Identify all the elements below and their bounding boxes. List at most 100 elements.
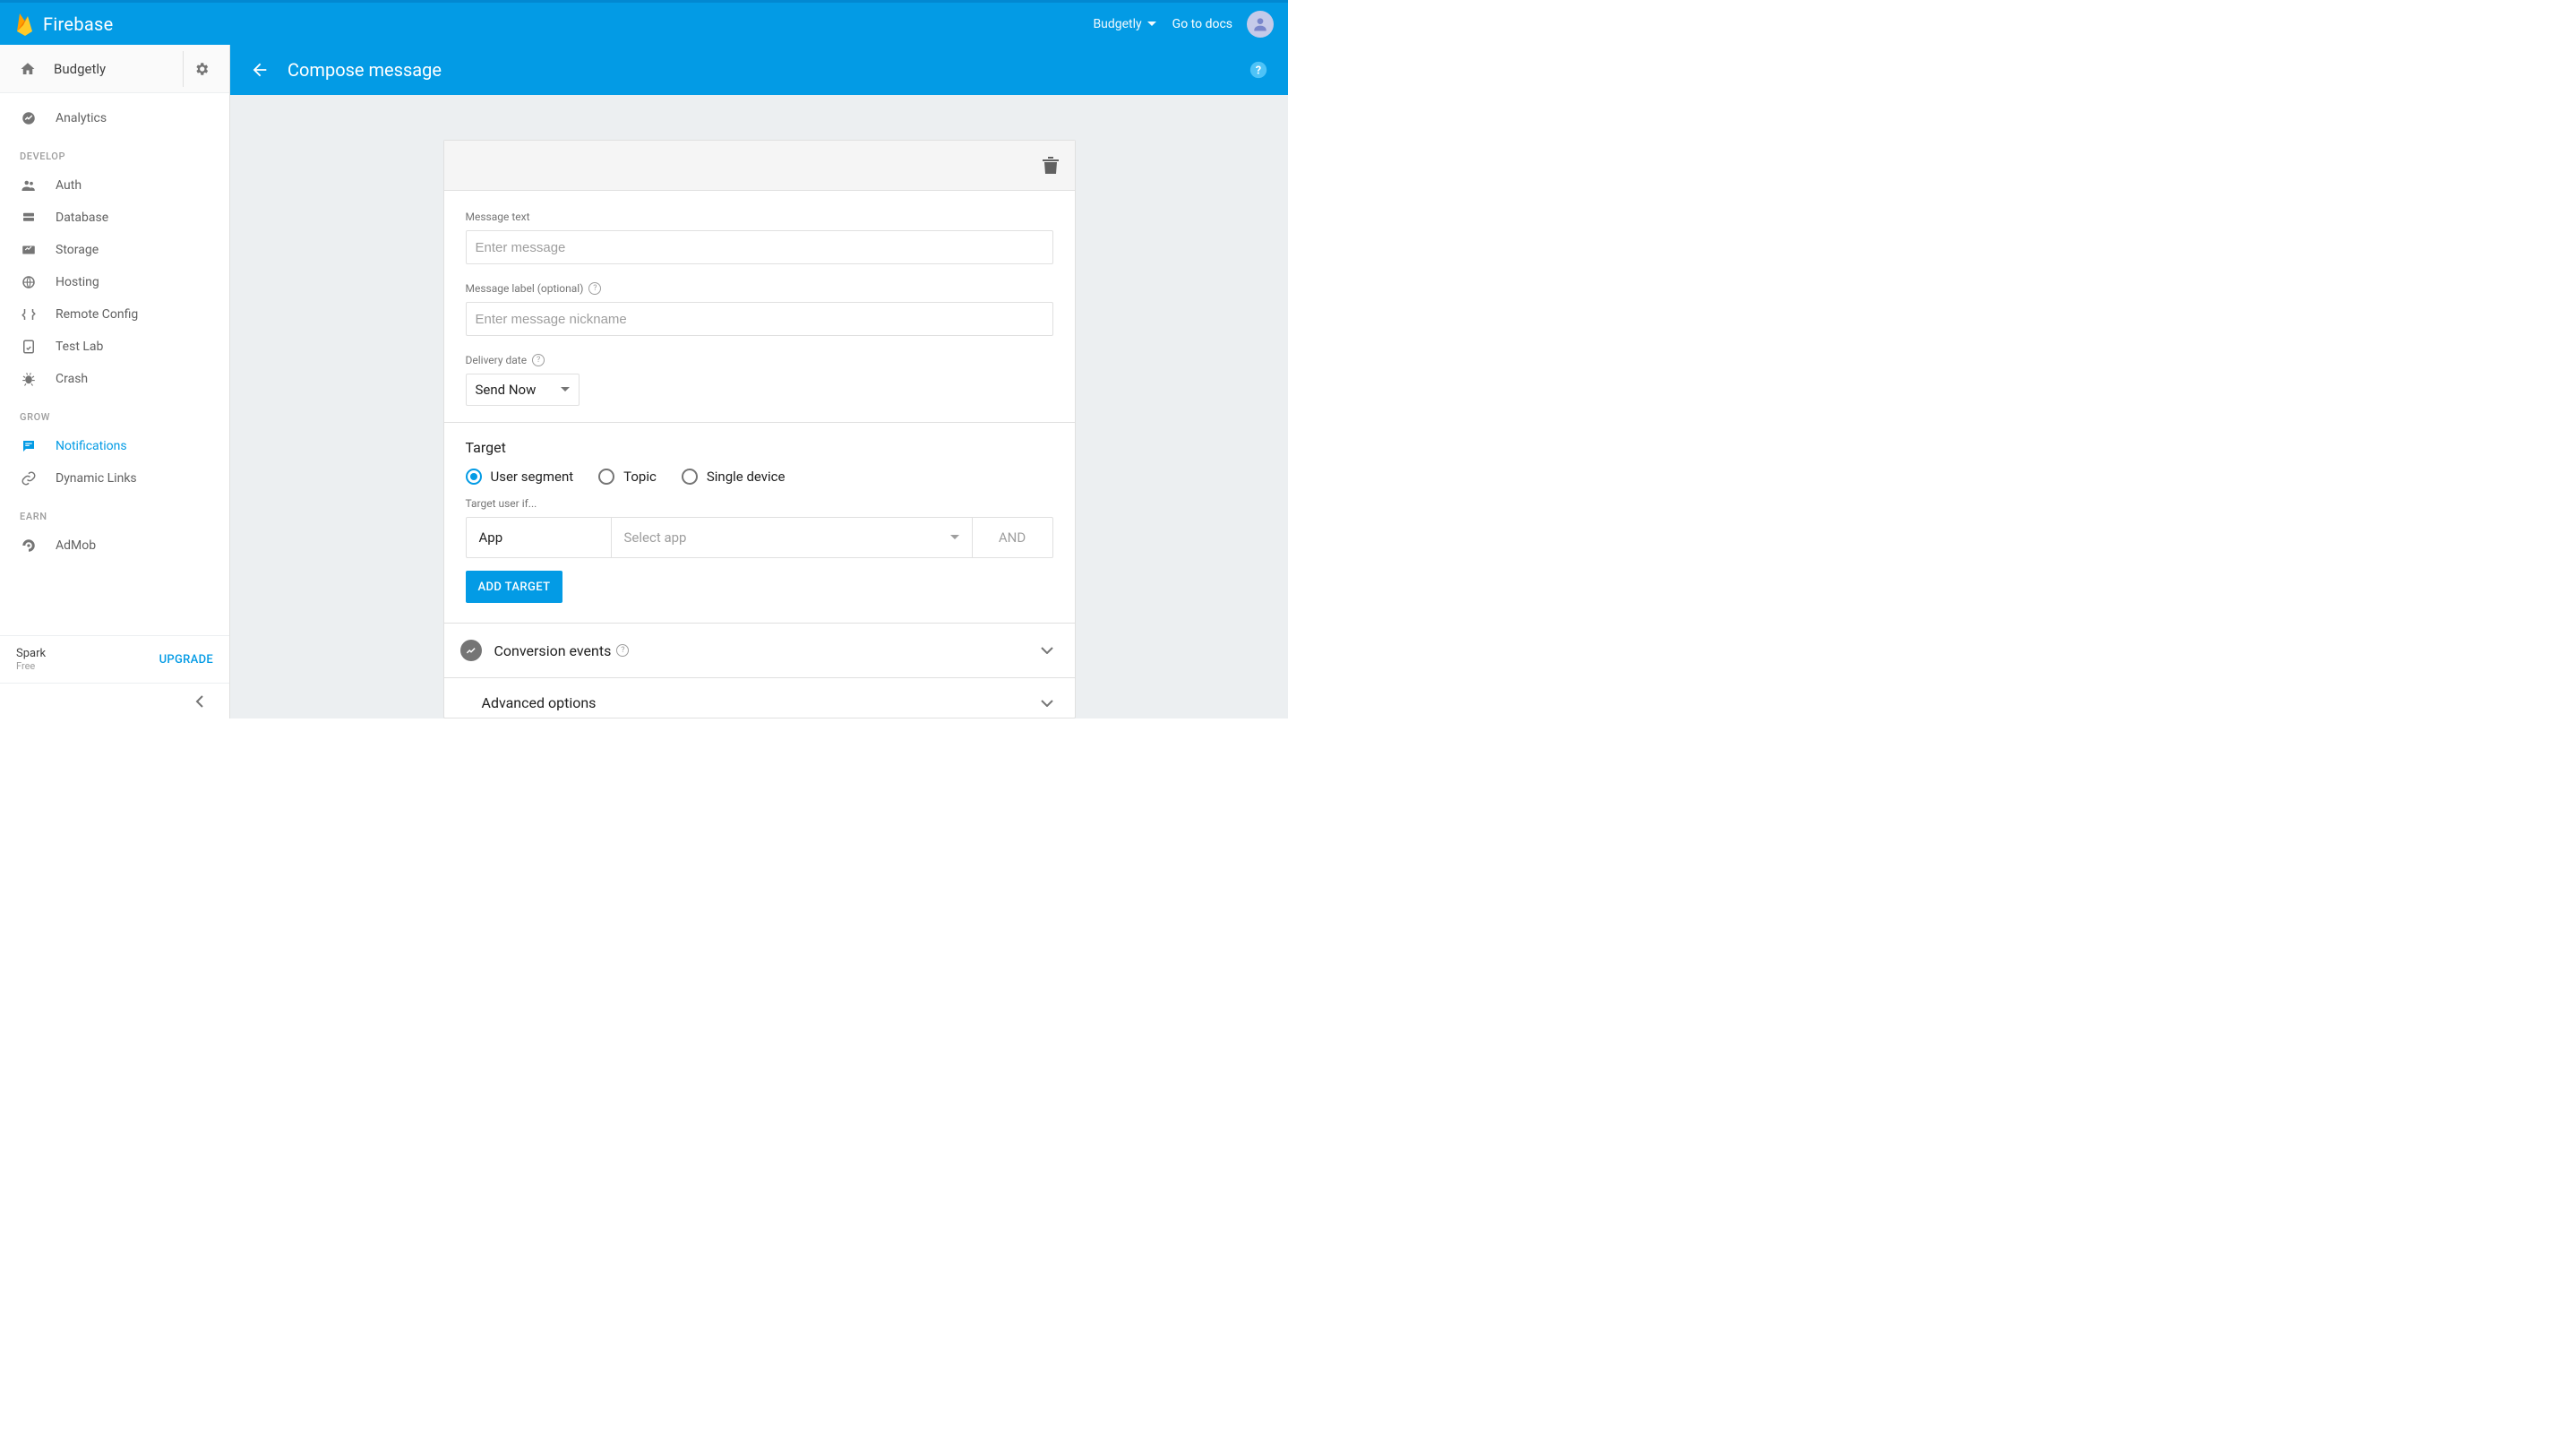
message-label-label: Message label (optional) ?	[466, 282, 1053, 295]
info-icon[interactable]: ?	[588, 282, 601, 295]
radio-label: User segment	[491, 469, 574, 485]
sidebar-item-dynamic-links[interactable]: Dynamic Links	[0, 462, 229, 495]
brand: Firebase	[14, 11, 114, 38]
select-app-dropdown[interactable]: Select app	[612, 518, 972, 557]
target-radio-group: User segment Topic Single device	[466, 469, 1053, 485]
chart-icon	[460, 640, 482, 661]
radio-icon	[466, 469, 482, 485]
message-text-input[interactable]	[466, 230, 1053, 264]
top-header: Firebase Budgetly Go to docs	[0, 0, 1288, 45]
radio-icon	[682, 469, 698, 485]
and-operator[interactable]: AND	[972, 518, 1052, 557]
project-name: Budgetly	[54, 61, 106, 77]
plan-row: Spark Free UPGRADE	[0, 635, 229, 683]
help-button[interactable]: ?	[1249, 60, 1268, 80]
trash-icon	[1043, 157, 1059, 175]
project-settings-button[interactable]	[183, 51, 219, 87]
sidebar-item-admob[interactable]: AdMob	[0, 529, 229, 562]
sidebar-item-auth[interactable]: Auth	[0, 169, 229, 202]
sidebar: Budgetly Analytics DEVELOP Auth Database	[0, 45, 230, 718]
sidebar-item-database[interactable]: Database	[0, 202, 229, 234]
sidebar-item-test-lab[interactable]: Test Lab	[0, 331, 229, 363]
radio-label: Topic	[623, 469, 657, 485]
home-icon	[20, 61, 36, 77]
sidebar-item-notifications[interactable]: Notifications	[0, 430, 229, 462]
test-lab-icon	[20, 339, 38, 355]
target-section-title: Target	[466, 439, 1053, 456]
plan-sub: Free	[16, 660, 46, 672]
radio-user-segment[interactable]: User segment	[466, 469, 574, 485]
accordion-label: Advanced options	[482, 694, 597, 711]
accordion-label: Conversion events ?	[494, 642, 630, 659]
sidebar-item-label: Storage	[56, 243, 99, 257]
sidebar-item-label: Database	[56, 211, 108, 225]
target-user-if-label: Target user if...	[466, 497, 1053, 510]
add-target-button[interactable]: ADD TARGET	[466, 571, 563, 603]
advanced-options-accordion[interactable]: Advanced options	[444, 677, 1075, 718]
project-switcher[interactable]: Budgetly	[1093, 17, 1155, 31]
user-avatar[interactable]	[1247, 11, 1274, 38]
sidebar-item-crash[interactable]: Crash	[0, 363, 229, 395]
sidebar-item-analytics[interactable]: Analytics	[0, 102, 229, 134]
arrow-left-icon	[250, 60, 270, 80]
remote-config-icon	[20, 306, 38, 323]
chevron-left-icon	[195, 695, 204, 708]
analytics-icon	[20, 110, 38, 126]
storage-icon	[20, 242, 38, 258]
conversion-events-accordion[interactable]: Conversion events ?	[444, 623, 1075, 677]
plan-name: Spark	[16, 647, 46, 660]
globe-icon	[20, 274, 38, 290]
card-header	[444, 141, 1075, 191]
page-title: Compose message	[288, 59, 442, 81]
svg-text:?: ?	[1256, 65, 1261, 78]
radio-topic[interactable]: Topic	[598, 469, 657, 485]
info-icon[interactable]: ?	[532, 354, 545, 366]
bug-icon	[20, 371, 38, 387]
sub-header: Compose message ?	[230, 45, 1288, 95]
admob-icon	[20, 538, 38, 554]
sidebar-nav: Analytics DEVELOP Auth Database Storage …	[0, 93, 229, 635]
upgrade-button[interactable]: UPGRADE	[159, 653, 213, 667]
firebase-logo-icon	[14, 11, 36, 38]
main-content: Message text Message label (optional) ? …	[230, 45, 1288, 718]
delivery-date-label: Delivery date ?	[466, 354, 1053, 366]
target-condition-row: App Select app AND	[466, 517, 1053, 558]
target-field-label: App	[467, 518, 612, 557]
radio-single-device[interactable]: Single device	[682, 469, 786, 485]
chevron-down-icon	[1041, 647, 1053, 654]
sidebar-item-remote-config[interactable]: Remote Config	[0, 298, 229, 331]
sidebar-item-label: Remote Config	[56, 307, 138, 322]
back-button[interactable]	[250, 60, 270, 80]
section-earn: EARN	[0, 495, 229, 529]
sidebar-item-hosting[interactable]: Hosting	[0, 266, 229, 298]
sidebar-item-label: Hosting	[56, 275, 99, 289]
gear-icon	[193, 61, 210, 77]
people-icon	[20, 177, 38, 194]
sidebar-item-label: Notifications	[56, 439, 127, 453]
message-icon	[20, 438, 38, 454]
database-icon	[20, 210, 38, 226]
sidebar-item-label: Analytics	[56, 111, 107, 125]
help-icon: ?	[1249, 60, 1268, 80]
chevron-down-icon	[1041, 700, 1053, 707]
sidebar-item-label: Auth	[56, 178, 82, 193]
collapse-sidebar-button[interactable]	[0, 683, 229, 718]
message-label-input[interactable]	[466, 302, 1053, 336]
caret-down-icon	[1147, 22, 1156, 27]
project-switcher-label: Budgetly	[1093, 17, 1141, 31]
project-row: Budgetly	[0, 45, 229, 93]
sidebar-item-label: AdMob	[56, 538, 96, 553]
message-text-label: Message text	[466, 211, 1053, 223]
person-icon	[1251, 15, 1269, 33]
link-icon	[20, 470, 38, 486]
section-develop: DEVELOP	[0, 134, 229, 169]
delivery-date-dropdown[interactable]: Send Now	[466, 374, 580, 406]
caret-down-icon	[950, 535, 959, 540]
docs-link[interactable]: Go to docs	[1172, 17, 1232, 31]
info-icon[interactable]: ?	[616, 644, 629, 657]
caret-down-icon	[561, 387, 570, 392]
dropdown-value: Send Now	[476, 382, 537, 398]
sidebar-item-storage[interactable]: Storage	[0, 234, 229, 266]
delete-button[interactable]	[1043, 157, 1059, 175]
compose-card: Message text Message label (optional) ? …	[443, 140, 1076, 718]
